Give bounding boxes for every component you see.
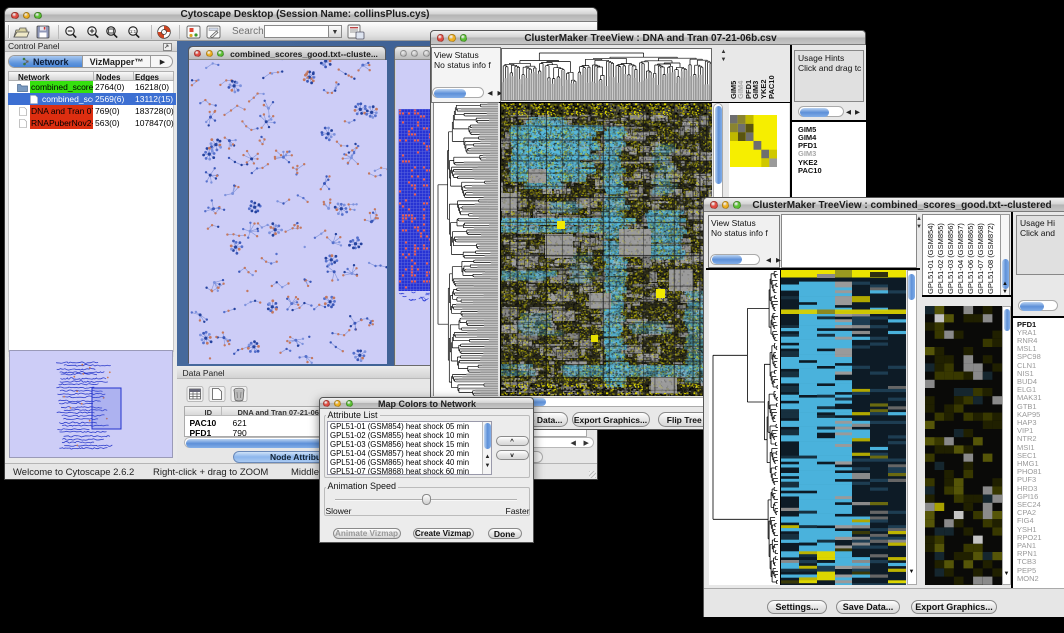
svg-text:1:1: 1:1 [130,29,137,34]
